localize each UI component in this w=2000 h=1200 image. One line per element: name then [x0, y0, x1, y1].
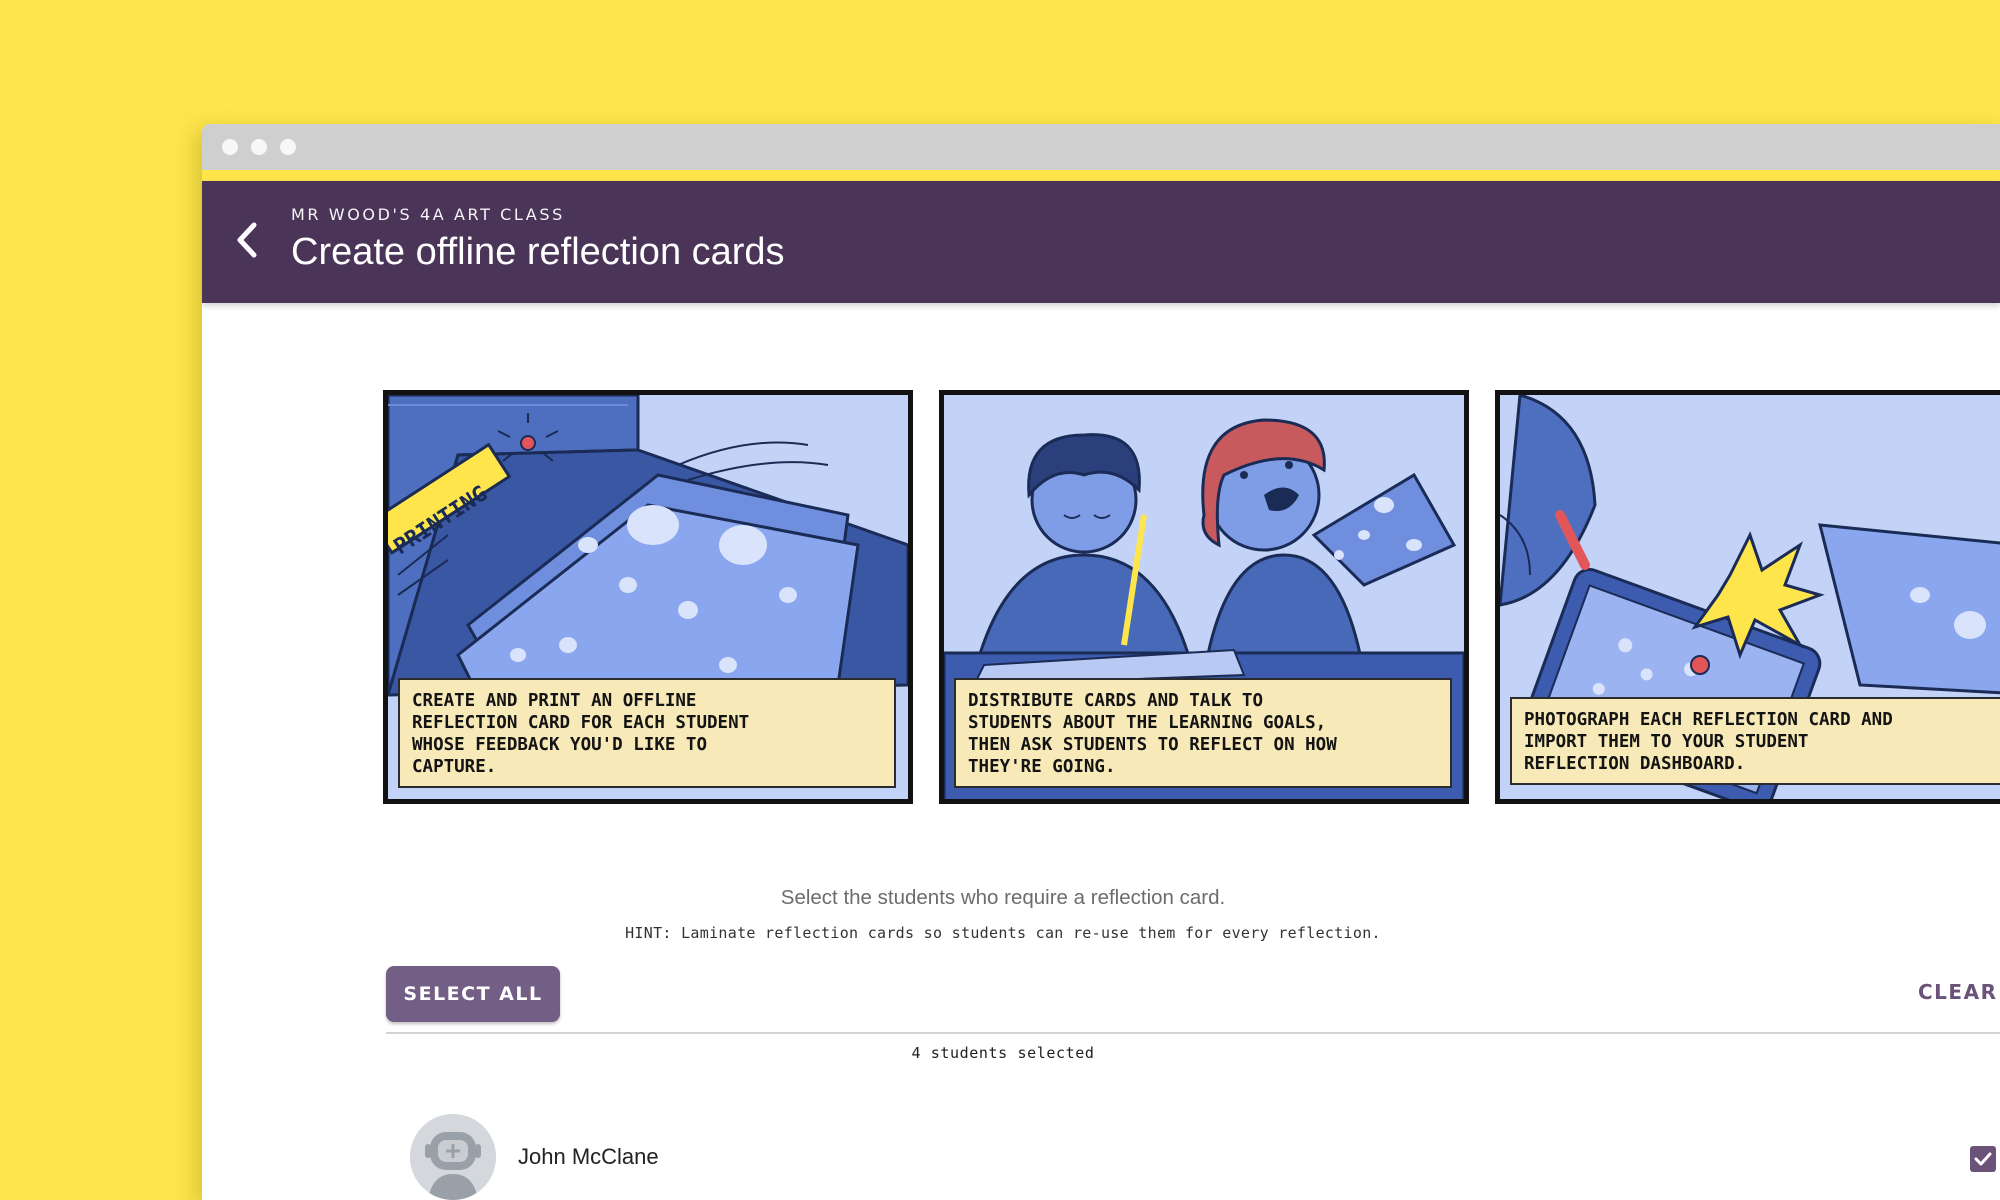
accent-strip: [202, 170, 2000, 181]
hint-text: HINT: Laminate reflection cards so stude…: [625, 924, 1381, 942]
page-title: Create offline reflection cards: [291, 231, 785, 273]
divider: [386, 1032, 2000, 1034]
student-row[interactable]: John McClane: [386, 1110, 2000, 1200]
comic-panel-distribute: Distribute cards and talk to students ab…: [939, 390, 1469, 804]
comic-panel-print: PRINTING Create and print an offline ref…: [383, 390, 913, 804]
panel-caption: Create and print an offline reflection c…: [398, 678, 896, 788]
panel-caption: Photograph each reflection card and impo…: [1510, 697, 2000, 785]
student-checkbox[interactable]: [1970, 1146, 1996, 1172]
select-all-button[interactable]: SELECT ALL: [386, 966, 560, 1022]
window-minimize-dot[interactable]: [251, 139, 267, 155]
panel-caption: Distribute cards and talk to students ab…: [954, 678, 1452, 788]
app-header: MR WOOD'S 4A ART CLASS Create offline re…: [202, 181, 2000, 303]
selected-count: 4 students selected: [911, 1044, 1095, 1062]
class-name: MR WOOD'S 4A ART CLASS: [291, 205, 565, 224]
checkmark-icon: [1974, 1152, 1992, 1166]
robot-avatar-icon: [410, 1114, 496, 1200]
back-button[interactable]: [226, 215, 270, 265]
browser-titlebar: [202, 124, 2000, 171]
comic-panel-photograph: Photograph each reflection card and impo…: [1495, 390, 2000, 804]
clear-button[interactable]: CLEAR: [1918, 980, 1997, 1004]
browser-window: MR WOOD'S 4A ART CLASS Create offline re…: [202, 124, 2000, 1200]
chevron-left-icon: [237, 222, 257, 258]
instructions-text: Select the students who require a reflec…: [780, 886, 1226, 909]
window-close-dot[interactable]: [222, 139, 238, 155]
avatar: [410, 1114, 496, 1200]
student-name: John McClane: [518, 1144, 659, 1169]
window-maximize-dot[interactable]: [280, 139, 296, 155]
